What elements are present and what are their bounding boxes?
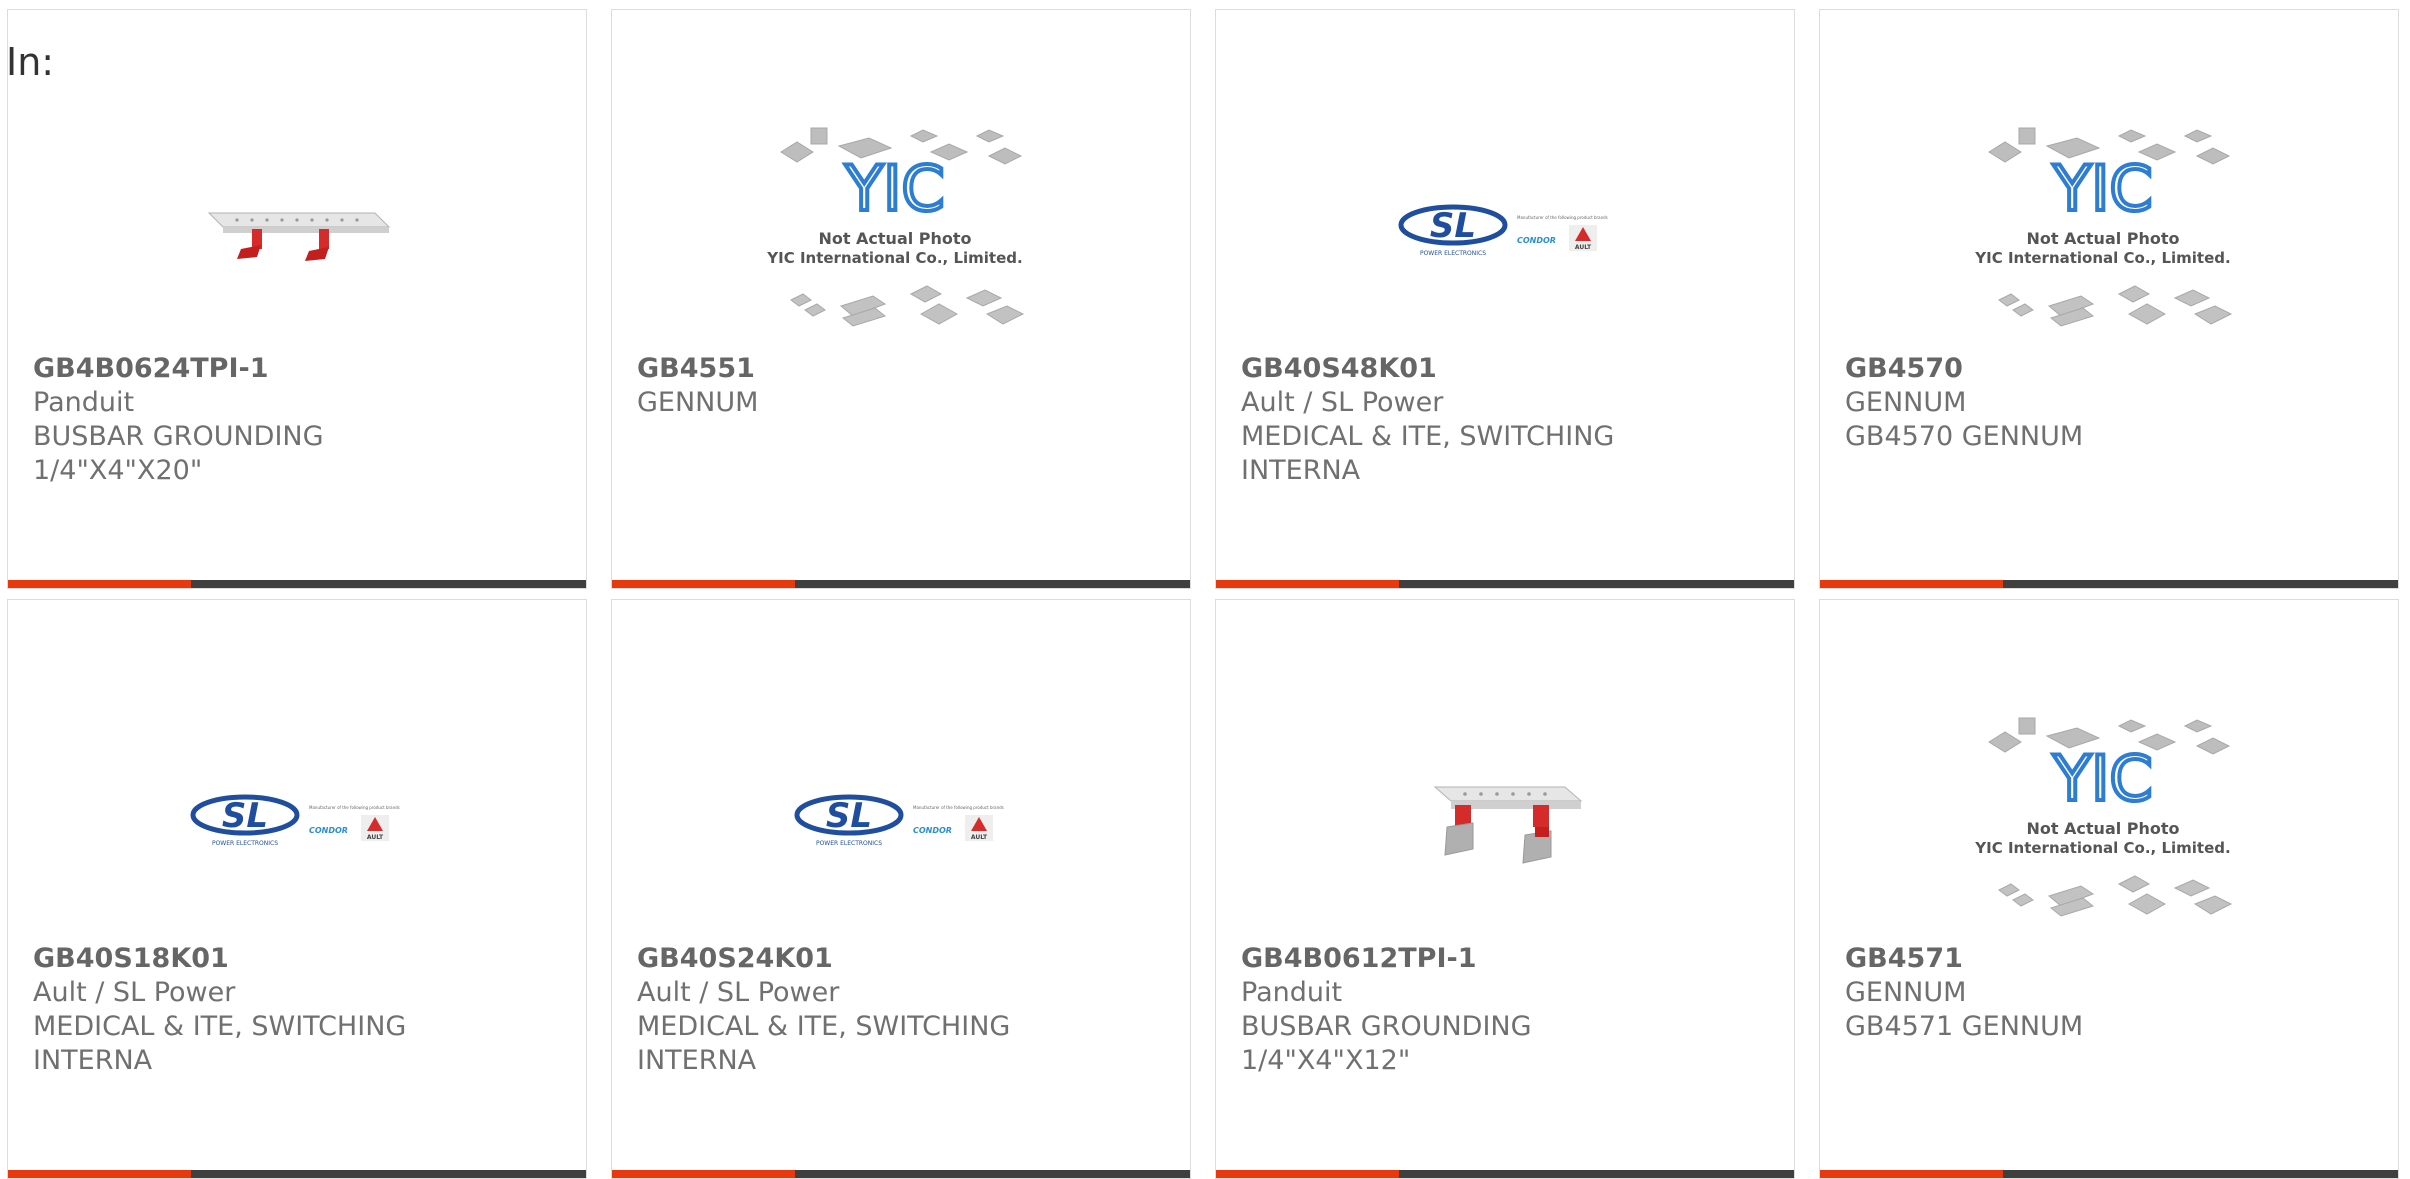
bar-accent	[1820, 1170, 2003, 1178]
product-image[interactable]	[8, 80, 586, 380]
sl-tagline-text: POWER ELECTRONICS	[1420, 250, 1486, 257]
in-label: In:	[6, 40, 55, 84]
condor-text: CONDOR	[309, 826, 348, 835]
product-card[interactable]: SL POWER ELECTRONICS Manufacturer of the…	[611, 599, 1191, 1179]
description-line2: INTERNA	[1241, 455, 1361, 486]
busbar-short-image	[1433, 786, 1583, 864]
bar-accent	[612, 1170, 795, 1178]
part-number[interactable]: GB40S48K01	[1241, 352, 1774, 386]
product-card[interactable]: SL POWER ELECTRONICS Manufacturer of the…	[1215, 9, 1795, 589]
sl-tagline-text: POWER ELECTRONICS	[212, 840, 278, 847]
product-card[interactable]: GB4B0624TPI-1 Panduit BUSBAR GROUNDING 1…	[7, 9, 587, 589]
description-line2: 1/4"X4"X12"	[1241, 1045, 1411, 1076]
product-card[interactable]: YIC Not Actual Photo YIC International C…	[1819, 599, 2399, 1179]
card-bottom-bar	[1216, 580, 1794, 588]
not-actual-photo-text: Not Actual Photo	[818, 229, 971, 248]
busbar-long-image	[207, 212, 391, 261]
sl-brand-text: SL	[222, 796, 268, 836]
bar-accent	[1216, 1170, 1399, 1178]
card-bottom-bar	[8, 1170, 586, 1178]
yic-company-text: YIC International Co., Limited.	[1974, 249, 2230, 267]
part-number[interactable]: GB4B0612TPI-1	[1241, 942, 1774, 976]
sl-power-logo-image: SL POWER ELECTRONICS Manufacturer of the…	[794, 794, 1004, 847]
product-image[interactable]: SL POWER ELECTRONICS Manufacturer of the…	[8, 670, 586, 970]
product-grid: GB4B0624TPI-1 Panduit BUSBAR GROUNDING 1…	[7, 9, 2399, 1179]
sl-power-logo-image: SL POWER ELECTRONICS Manufacturer of the…	[190, 794, 400, 847]
description: GB4571 GENNUM	[1845, 1011, 2084, 1042]
yic-placeholder-image: YIC Not Actual Photo YIC International C…	[1974, 127, 2233, 327]
yic-logo-text: YIC	[2052, 742, 2152, 815]
product-image[interactable]: SL POWER ELECTRONICS Manufacturer of the…	[612, 670, 1190, 970]
part-number[interactable]: GB40S18K01	[33, 942, 566, 976]
product-image[interactable]: YIC Not Actual Photo YIC International C…	[1820, 80, 2398, 380]
part-number[interactable]: GB4570	[1845, 352, 2378, 386]
manufacturer: GENNUM	[1845, 977, 1967, 1008]
description: MEDICAL & ITE, SWITCHING	[1241, 421, 1615, 452]
yic-logo-text: YIC	[844, 152, 944, 225]
manufacturer: Panduit	[33, 387, 135, 418]
product-card[interactable]: YIC Not Actual Photo YIC International C…	[1819, 9, 2399, 589]
description-line2: INTERNA	[33, 1045, 153, 1076]
product-card[interactable]: YIC Not Actual Photo YIC International C…	[611, 9, 1191, 589]
yic-logo-text: YIC	[2052, 152, 2152, 225]
ault-text: AULT	[971, 834, 988, 841]
product-card[interactable]: GB4B0612TPI-1 Panduit BUSBAR GROUNDING 1…	[1215, 599, 1795, 1179]
sl-power-logo-image: SL POWER ELECTRONICS Manufacturer of the…	[1398, 204, 1608, 257]
ault-text: AULT	[1575, 244, 1592, 251]
bar-accent	[1216, 580, 1399, 588]
sl-tagline-text: POWER ELECTRONICS	[816, 840, 882, 847]
sl-brand-text: SL	[826, 796, 872, 836]
manufacturer: GENNUM	[1845, 387, 1967, 418]
description: GB4570 GENNUM	[1845, 421, 2084, 452]
product-image[interactable]: YIC Not Actual Photo YIC International C…	[612, 80, 1190, 380]
product-card[interactable]: SL POWER ELECTRONICS Manufacturer of the…	[7, 599, 587, 1179]
description-line2: INTERNA	[637, 1045, 757, 1076]
description: BUSBAR GROUNDING	[1241, 1011, 1532, 1042]
manufacturer: GENNUM	[637, 387, 759, 418]
description-line2: 1/4"X4"X20"	[33, 455, 203, 486]
card-bottom-bar	[612, 580, 1190, 588]
condor-text: CONDOR	[1517, 236, 1556, 245]
part-number[interactable]: GB4571	[1845, 942, 2378, 976]
product-image[interactable]: SL POWER ELECTRONICS Manufacturer of the…	[1216, 80, 1794, 380]
sl-sub-text: Manufacturer of the following product br…	[913, 805, 1004, 810]
part-number[interactable]: GB40S24K01	[637, 942, 1170, 976]
yic-placeholder-image: YIC Not Actual Photo YIC International C…	[766, 127, 1025, 327]
yic-company-text: YIC International Co., Limited.	[766, 249, 1022, 267]
description: MEDICAL & ITE, SWITCHING	[637, 1011, 1011, 1042]
manufacturer: Ault / SL Power	[637, 977, 840, 1008]
description: BUSBAR GROUNDING	[33, 421, 324, 452]
bar-accent	[8, 1170, 191, 1178]
part-number[interactable]: GB4B0624TPI-1	[33, 352, 566, 386]
yic-placeholder-image: YIC Not Actual Photo YIC International C…	[1974, 717, 2233, 917]
ault-text: AULT	[367, 834, 384, 841]
product-image[interactable]: YIC Not Actual Photo YIC International C…	[1820, 670, 2398, 970]
yic-company-text: YIC International Co., Limited.	[1974, 839, 2230, 857]
manufacturer: Panduit	[1241, 977, 1343, 1008]
bar-accent	[8, 580, 191, 588]
card-bottom-bar	[612, 1170, 1190, 1178]
card-bottom-bar	[1820, 580, 2398, 588]
bar-accent	[1820, 580, 2003, 588]
sl-sub-text: Manufacturer of the following product br…	[309, 805, 400, 810]
part-number[interactable]: GB4551	[637, 352, 1170, 386]
card-bottom-bar	[8, 580, 586, 588]
manufacturer: Ault / SL Power	[1241, 387, 1444, 418]
not-actual-photo-text: Not Actual Photo	[2026, 819, 2179, 838]
condor-text: CONDOR	[913, 826, 952, 835]
manufacturer: Ault / SL Power	[33, 977, 236, 1008]
product-image[interactable]	[1216, 670, 1794, 970]
not-actual-photo-text: Not Actual Photo	[2026, 229, 2179, 248]
card-bottom-bar	[1820, 1170, 2398, 1178]
description: MEDICAL & ITE, SWITCHING	[33, 1011, 407, 1042]
card-bottom-bar	[1216, 1170, 1794, 1178]
bar-accent	[612, 580, 795, 588]
sl-brand-text: SL	[1430, 206, 1476, 246]
sl-sub-text: Manufacturer of the following product br…	[1517, 215, 1608, 220]
